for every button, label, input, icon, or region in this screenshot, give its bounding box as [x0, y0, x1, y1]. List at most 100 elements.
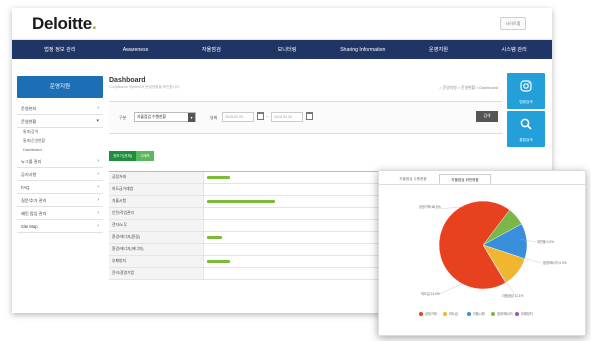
chevron-down-icon: ▾: [188, 113, 195, 122]
row-label: 안전/작업관리: [109, 208, 204, 219]
quick-buttons: 법령검색 통합검색: [507, 73, 545, 149]
sidebar-item[interactable]: FAQ ›: [17, 181, 103, 194]
sidebar-item[interactable]: 질문/추가 관리 ›: [17, 194, 103, 207]
quick-button-label: 법령검색: [519, 100, 533, 104]
sidebar-item[interactable]: 뉴그룹 관리 ›: [17, 155, 103, 168]
view-tabs: 표보기(전체) 그래프: [109, 151, 154, 161]
leader-line: [438, 282, 465, 295]
nav-item[interactable]: 법정 정보 관리: [22, 46, 98, 53]
legend-dot: [515, 312, 519, 317]
leader-line: [504, 279, 516, 296]
search-button[interactable]: 검색: [476, 111, 498, 122]
sidebar-item-label: Site Map: [21, 224, 38, 229]
sidebar-item-label: 운영현황: [21, 119, 37, 124]
row-bar: [207, 176, 230, 179]
slice-label: 환경/에너지 0.0%: [543, 260, 567, 265]
legend-dot: [467, 312, 471, 317]
chart-popup: 자율점검 수행현황 자율점검 위반현황 공정거래 68.9% 위반율 0.0% 환경…: [378, 170, 586, 336]
sidebar-item[interactable]: 운영현황 ▾: [17, 115, 103, 128]
chevron-right-icon: ›: [97, 105, 99, 111]
law-search-button[interactable]: 법령검색: [507, 73, 545, 109]
row-label: 하도급거래법: [109, 184, 204, 195]
filter-bar: 구분 자율점검 수행현황 ▾ 날짜 2015.02.20 ~ 2015.02.20…: [109, 101, 502, 134]
main-nav: 법정 정보 관리 Awareness 자율점검 모니터링 Sharing Informa…: [12, 40, 552, 59]
search-icon: [520, 118, 532, 130]
nav-item[interactable]: 운영지원: [401, 46, 477, 53]
nav-item[interactable]: 자율점검: [173, 46, 249, 53]
slice-label: 자율점검 11.1%: [502, 293, 524, 298]
legend-item: 공정거래: [419, 311, 443, 317]
calendar-icon[interactable]: [257, 112, 264, 120]
chevron-right-icon: ›: [97, 223, 99, 229]
legend-dot: [491, 312, 495, 317]
popup-tab-performance[interactable]: 자율점검 수행현황: [387, 174, 439, 184]
legend-item: 환경/에너지: [491, 311, 515, 317]
sidebar-item[interactable]: 공지사항 ›: [17, 168, 103, 181]
row-bar: [207, 200, 276, 203]
row-bar: [207, 260, 230, 263]
legend-label: 자율시험: [473, 312, 485, 316]
chevron-down-icon: ▾: [96, 118, 99, 124]
chevron-right-icon: ›: [97, 184, 99, 190]
tab-graph[interactable]: 그래프: [135, 151, 154, 161]
popup-tab-violation[interactable]: 자율점검 위반현황: [439, 174, 491, 184]
slice-label: 하도급 13.0%: [421, 291, 440, 296]
instagram-icon: [520, 80, 532, 92]
date-to-field[interactable]: 2015.02.20: [271, 112, 303, 122]
row-label: 자율시험: [109, 196, 204, 207]
sidebar-item-label: 운영현지: [21, 106, 37, 111]
legend-label: 공정거래: [425, 312, 437, 316]
chevron-right-icon: ›: [97, 197, 99, 203]
nav-item[interactable]: 모니터링: [249, 46, 325, 53]
legend-dot: [419, 312, 423, 317]
sidebar-item-label: 뉴그룹 관리: [21, 159, 42, 164]
sidebar-subitem[interactable]: 통계/검색: [17, 128, 103, 137]
legend-dot: [443, 312, 447, 317]
row-label: 전자/노무: [109, 220, 204, 231]
filter-date-label: 날짜: [210, 115, 218, 120]
slice-label: 공정거래 68.9%: [419, 204, 441, 209]
top-bar: Deloitte. 사이트맵: [12, 8, 552, 40]
calendar-icon[interactable]: [306, 112, 313, 120]
nav-item[interactable]: 시스템 관리: [476, 46, 552, 53]
sidebar-subitem[interactable]: 통계/운영현황: [17, 137, 103, 146]
sidebar-item[interactable]: 혜민 팝업 관리 ›: [17, 207, 103, 220]
row-label: 공정거래: [109, 172, 204, 183]
legend-label: 하도급: [449, 312, 458, 316]
legend-item: 부패방지: [515, 311, 539, 317]
popup-tabs: 자율점검 수행현황 자율점검 위반현황: [379, 171, 585, 185]
date-separator: ~: [266, 114, 269, 119]
chevron-right-icon: ›: [97, 210, 99, 216]
chevron-right-icon: ›: [97, 171, 99, 177]
sidebar-item-label: 질문/추가 관리: [21, 198, 47, 203]
nav-item[interactable]: Awareness: [98, 47, 174, 53]
legend-item: 자율시험: [467, 311, 491, 317]
tab-table[interactable]: 표보기(전체): [109, 151, 136, 161]
sidebar-item-label: 혜민 팝업 관리: [21, 211, 47, 216]
sitemap-button[interactable]: 사이트맵: [500, 17, 526, 30]
legend-label: 부패방지: [521, 312, 533, 316]
nav-item[interactable]: Sharing Information: [325, 47, 401, 53]
row-label: 환경/에너지(에너지): [109, 244, 204, 255]
deloitte-logo[interactable]: Deloitte.: [32, 14, 97, 34]
pie-chart: 공정거래 68.9% 위반율 0.0% 환경/에너지 0.0% 자율점검 11.1% 하…: [419, 200, 567, 298]
sidebar-item-label: 공지사항: [21, 172, 37, 177]
date-from-field[interactable]: 2015.02.20: [222, 112, 254, 122]
chevron-right-icon: ›: [97, 158, 99, 164]
row-bar: [207, 236, 223, 239]
quick-button-label: 통합검색: [519, 138, 533, 142]
row-label: 환경/에너지(환경): [109, 232, 204, 243]
row-label: 부패방지: [109, 256, 204, 267]
filter-type-label: 구분: [119, 115, 127, 120]
filter-type-select[interactable]: 자율점검 수행현황 ▾: [134, 112, 196, 122]
sidebar-item[interactable]: 운영현지 ›: [17, 102, 103, 115]
sidebar-title: 운영지원: [17, 76, 103, 98]
sidebar-subitem[interactable]: Dashboard: [17, 146, 103, 155]
page-title: Dashboard: [109, 77, 146, 84]
row-label: 윤리/경영기법: [109, 268, 204, 279]
integrated-search-button[interactable]: 통합검색: [507, 111, 545, 147]
chart-legend: 공정거래 하도급 자율시험 환경/에너지 부패방지: [419, 311, 539, 319]
sidebar-item[interactable]: Site Map ›: [17, 220, 103, 233]
breadcrumb: ⌂ 운영지원 > 운영현황 > Dashboard: [439, 86, 498, 90]
slice-label: 위반율 0.0%: [537, 239, 554, 244]
